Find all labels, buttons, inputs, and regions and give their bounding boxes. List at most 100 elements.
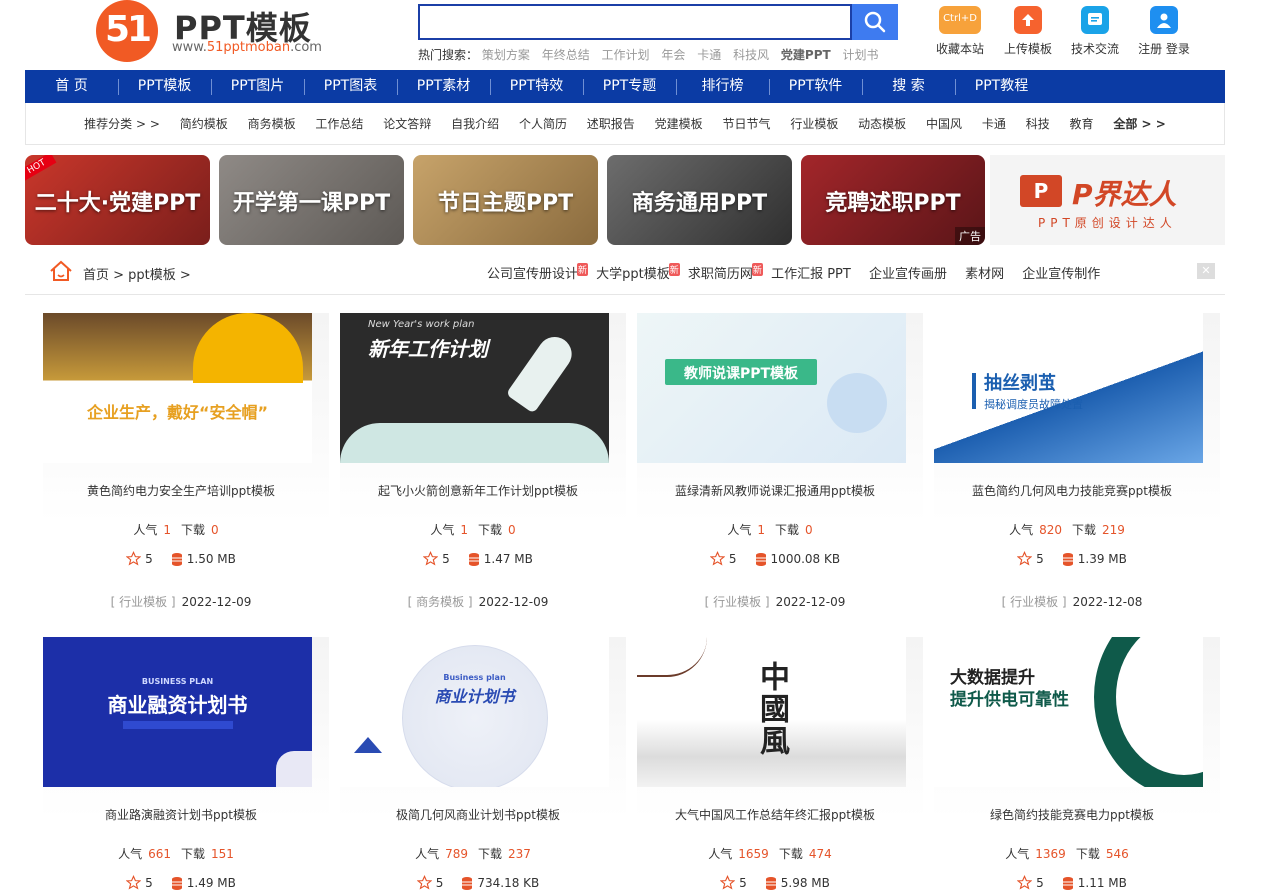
template-card[interactable]: 中國風 大气中国风工作总结年终汇报ppt模板 人气 1659 下载 474 5 5.98…	[637, 637, 923, 896]
template-thumbnail[interactable]: New Year's work plan 新年工作计划	[340, 313, 609, 463]
hot-search-label: 热门搜索：	[418, 48, 479, 62]
category-link[interactable]: 教育	[1070, 117, 1094, 131]
nav-ppt-templates[interactable]: PPT模板	[118, 70, 211, 103]
topic-link[interactable]: 求职简历网	[688, 267, 753, 282]
template-title[interactable]: 蓝绿清新风教师说课汇报通用ppt模板	[637, 482, 913, 499]
hot-search-link[interactable]: 工作计划	[602, 48, 650, 62]
category-link[interactable]: 中国风	[926, 117, 962, 131]
topic-link[interactable]: 企业宣传制作	[1022, 267, 1100, 282]
banner-title: 商务通用PPT	[631, 191, 768, 216]
hot-search-link[interactable]: 科技风	[733, 48, 769, 62]
template-title[interactable]: 大气中国风工作总结年终汇报ppt模板	[637, 806, 913, 823]
template-title[interactable]: 极简几何风商业计划书ppt模板	[340, 806, 616, 823]
banner-business[interactable]: 商务通用PPT	[607, 155, 792, 245]
hot-search-link[interactable]: 年终总结	[542, 48, 590, 62]
template-category: [ 行业模板 ] 2022-12-09	[704, 595, 846, 609]
topic-link[interactable]: 素材网	[965, 267, 1004, 282]
site-logo[interactable]: 51 PPT模板 www.51pptmoban.com	[96, 0, 336, 62]
template-title[interactable]: 起飞小火箭创意新年工作计划ppt模板	[340, 482, 616, 499]
topic-link[interactable]: 公司宣传册设计	[487, 267, 578, 282]
chat-button[interactable]: 技术交流	[1065, 6, 1125, 57]
banner-title: 竞聘述职PPT	[825, 191, 961, 216]
database-icon	[462, 877, 473, 890]
nav-search[interactable]: 搜 索	[862, 70, 955, 103]
banner-school[interactable]: 开学第一课PPT	[219, 155, 404, 245]
tool-label: 注册 登录	[1138, 42, 1190, 56]
category-all-link[interactable]: 全部 > >	[1113, 117, 1165, 131]
search-button[interactable]	[852, 4, 898, 40]
hot-search-link[interactable]: 党建PPT	[781, 48, 831, 62]
tool-label: 上传模板	[1003, 42, 1052, 56]
hot-search-link[interactable]: 策划方案	[482, 48, 530, 62]
template-thumbnail[interactable]: 抽丝剥茧 揭秘调度员故障处置	[934, 313, 1203, 463]
template-thumbnail[interactable]: 企业生产，戴好“安全帽”	[43, 313, 312, 463]
template-title[interactable]: 绿色简约技能竞赛电力ppt模板	[934, 806, 1210, 823]
template-thumbnail[interactable]: 教师说课PPT模板	[637, 313, 906, 463]
category-link[interactable]: 述职报告	[587, 117, 635, 131]
nav-ppt-effects[interactable]: PPT特效	[490, 70, 583, 103]
login-button[interactable]: 注册 登录	[1134, 6, 1194, 57]
category-link[interactable]: 个人简历	[519, 117, 567, 131]
tool-label: 收藏本站	[935, 42, 984, 56]
topic-link[interactable]: 企业宣传画册	[869, 267, 947, 282]
template-card[interactable]: 教师说课PPT模板 蓝绿清新风教师说课汇报通用ppt模板 人气 1 下载 0 5 100…	[637, 313, 923, 613]
home-icon[interactable]	[49, 260, 73, 282]
template-card[interactable]: BUSINESS PLAN 商业融资计划书 商业路演融资计划书ppt模板 人气 6…	[43, 637, 329, 896]
upload-button[interactable]: 上传模板	[998, 6, 1058, 57]
search-icon	[864, 11, 886, 33]
category-link[interactable]: 节日节气	[722, 117, 770, 131]
nav-ppt-topics[interactable]: PPT专题	[583, 70, 676, 103]
template-card[interactable]: Business plan 商业计划书 极简几何风商业计划书ppt模板 人气 78…	[340, 637, 626, 896]
database-icon	[1062, 877, 1073, 890]
search-input[interactable]	[418, 4, 852, 40]
category-link[interactable]: 简约模板	[180, 117, 228, 131]
category-link[interactable]: 科技	[1026, 117, 1050, 131]
nav-home[interactable]: 首 页	[25, 70, 118, 103]
category-link[interactable]: 自我介绍	[451, 117, 499, 131]
template-stats: 人气 789 下载 237	[415, 847, 531, 861]
template-card[interactable]: 大数据提升 提升供电可靠性 绿色简约技能竞赛电力ppt模板 人气 1369 下载 54…	[934, 637, 1220, 896]
user-icon	[1150, 6, 1178, 34]
nav-ppt-charts[interactable]: PPT图表	[304, 70, 397, 103]
category-link[interactable]: 党建模板	[655, 117, 703, 131]
template-title[interactable]: 黄色简约电力安全生产培训ppt模板	[43, 482, 319, 499]
template-title[interactable]: 蓝色简约几何风电力技能竞赛ppt模板	[934, 482, 1210, 499]
category-link[interactable]: 卡通	[982, 117, 1006, 131]
close-icon[interactable]: ✕	[1197, 263, 1215, 279]
nav-ppt-tutorials[interactable]: PPT教程	[955, 70, 1048, 103]
brand-slogan: PPT原创设计达人	[1038, 216, 1177, 230]
topic-link[interactable]: 大学ppt模板	[596, 267, 670, 282]
breadcrumb[interactable]: 首页 > ppt模板 >	[83, 264, 191, 283]
nav-ppt-images[interactable]: PPT图片	[211, 70, 304, 103]
category-link[interactable]: 行业模板	[790, 117, 838, 131]
nav-ppt-software[interactable]: PPT软件	[769, 70, 862, 103]
category-link[interactable]: 论文答辩	[383, 117, 431, 131]
template-card[interactable]: 企业生产，戴好“安全帽” 黄色简约电力安全生产培训ppt模板 人气 1 下载 0 51…	[43, 313, 329, 613]
category-link[interactable]: 工作总结	[315, 117, 363, 131]
template-card[interactable]: 抽丝剥茧 揭秘调度员故障处置 蓝色简约几何风电力技能竞赛ppt模板 人气 820 下…	[934, 313, 1220, 613]
template-category: [ 行业模板 ] 2022-12-09	[110, 595, 252, 609]
hot-badge: HOT	[25, 155, 57, 183]
bookmark-button[interactable]: Ctrl+D 收藏本站	[930, 6, 990, 57]
template-thumbnail[interactable]: 中國風	[637, 637, 906, 787]
topic-link[interactable]: 工作汇报 PPT	[771, 267, 851, 282]
template-card[interactable]: New Year's work plan 新年工作计划 起飞小火箭创意新年工作计…	[340, 313, 626, 613]
category-link[interactable]: 商务模板	[248, 117, 296, 131]
banner-party[interactable]: HOT 二十大·党建PPT	[25, 155, 210, 245]
template-thumbnail[interactable]: 大数据提升 提升供电可靠性	[934, 637, 1203, 787]
banner-report[interactable]: 竞聘述职PPT 广告	[801, 155, 985, 245]
category-link[interactable]: 动态模板	[858, 117, 906, 131]
powerpoint-icon: P	[1020, 175, 1062, 207]
breadcrumb-bar: 首页 > ppt模板 > 公司宣传册设计 大学ppt模板 求职简历网 工作汇报 …	[25, 250, 1225, 295]
banner-holiday[interactable]: 节日主题PPT	[413, 155, 598, 245]
template-thumbnail[interactable]: Business plan 商业计划书	[340, 637, 609, 787]
nav-rankings[interactable]: 排行榜	[676, 70, 769, 103]
hot-search-link[interactable]: 卡通	[697, 48, 721, 62]
template-title[interactable]: 商业路演融资计划书ppt模板	[43, 806, 319, 823]
brand-banner[interactable]: P P界达人 PPT原创设计达人	[990, 155, 1225, 245]
hot-search-link[interactable]: 年会	[661, 48, 685, 62]
banner-title: 二十大·党建PPT	[34, 191, 201, 216]
nav-ppt-materials[interactable]: PPT素材	[397, 70, 490, 103]
hot-search-link[interactable]: 计划书	[843, 48, 879, 62]
template-thumbnail[interactable]: BUSINESS PLAN 商业融资计划书	[43, 637, 312, 787]
